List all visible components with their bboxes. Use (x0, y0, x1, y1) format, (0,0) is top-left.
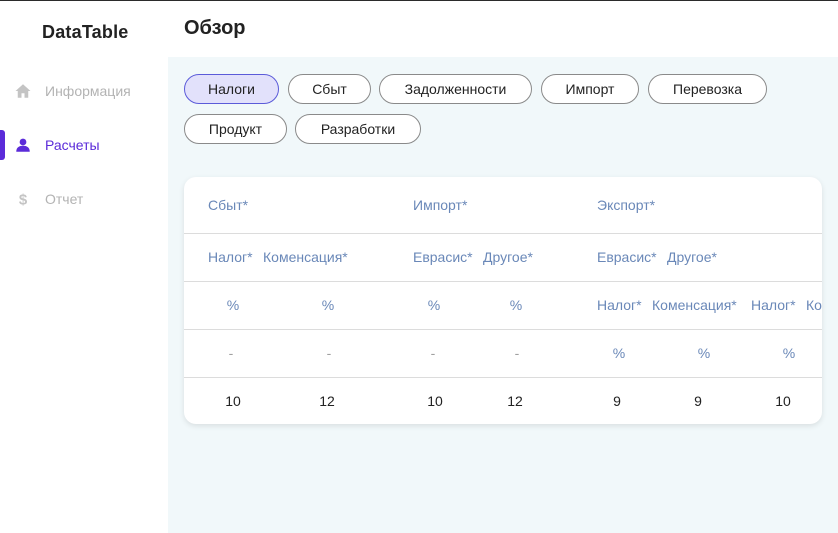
sidebar-item-label: Информация (45, 83, 131, 99)
empty-cell: - (430, 345, 436, 361)
column-header: Налог* (597, 297, 642, 313)
empty-cell: - (514, 345, 520, 361)
group-header-import: Импорт* (413, 197, 468, 213)
tab-sales[interactable]: Сбыт (288, 74, 371, 104)
column-header: Коменсация* (263, 249, 348, 265)
column-header: Ко (806, 297, 822, 313)
unit-cell: % (226, 297, 240, 313)
tab-transport[interactable]: Перевозка (648, 74, 767, 104)
unit-cell: % (321, 297, 335, 313)
unit-cell: % (782, 345, 796, 361)
unit-cell: % (509, 297, 523, 313)
user-icon (14, 136, 32, 154)
sidebar-item-info[interactable]: Информация (0, 76, 168, 106)
sidebar: DataTable Информация Расчеты $ Отчет (0, 1, 168, 533)
home-icon (14, 82, 32, 100)
column-header: Коменсация* (652, 297, 737, 313)
data-table: Сбыт* Импорт* Экспорт* Налог* Коменсация… (184, 177, 822, 424)
page-header: Обзор (168, 1, 838, 57)
value-cell: 12 (507, 393, 523, 409)
active-indicator (0, 130, 5, 160)
svg-text:$: $ (19, 191, 28, 208)
tab-product[interactable]: Продукт (184, 114, 287, 144)
value-cell: 9 (694, 393, 702, 409)
unit-cell: % (427, 297, 441, 313)
value-cell: 12 (319, 393, 335, 409)
tab-development[interactable]: Разработки (295, 114, 421, 144)
tab-taxes[interactable]: Налоги (184, 74, 279, 104)
row-divider (184, 281, 822, 282)
column-header: Налог* (208, 249, 253, 265)
sidebar-item-calculations[interactable]: Расчеты (0, 130, 168, 160)
column-header: Налог* (751, 297, 796, 313)
app-brand: DataTable (42, 22, 129, 42)
value-cell: 9 (613, 393, 621, 409)
column-header: Еврасис* (597, 249, 657, 265)
column-header: Другое* (667, 249, 717, 265)
row-divider (184, 233, 822, 234)
tab-import[interactable]: Импорт (541, 74, 639, 104)
dollar-icon: $ (14, 190, 32, 208)
column-header: Еврасис* (413, 249, 473, 265)
unit-cell: % (697, 345, 711, 361)
sidebar-item-label: Отчет (45, 191, 84, 207)
group-header-export: Экспорт* (597, 197, 656, 213)
page-title: Обзор (184, 17, 246, 39)
empty-cell: - (326, 345, 332, 361)
row-divider (184, 329, 822, 330)
unit-cell: % (612, 345, 626, 361)
row-divider (184, 377, 822, 378)
empty-cell: - (228, 345, 234, 361)
column-header: Другое* (483, 249, 533, 265)
sidebar-item-label: Расчеты (45, 137, 100, 153)
value-cell: 10 (775, 393, 791, 409)
tab-debts[interactable]: Задолженности (379, 74, 532, 104)
group-header-sales: Сбыт* (208, 197, 249, 213)
value-cell: 10 (427, 393, 443, 409)
value-cell: 10 (225, 393, 241, 409)
sidebar-item-report[interactable]: $ Отчет (0, 184, 168, 214)
